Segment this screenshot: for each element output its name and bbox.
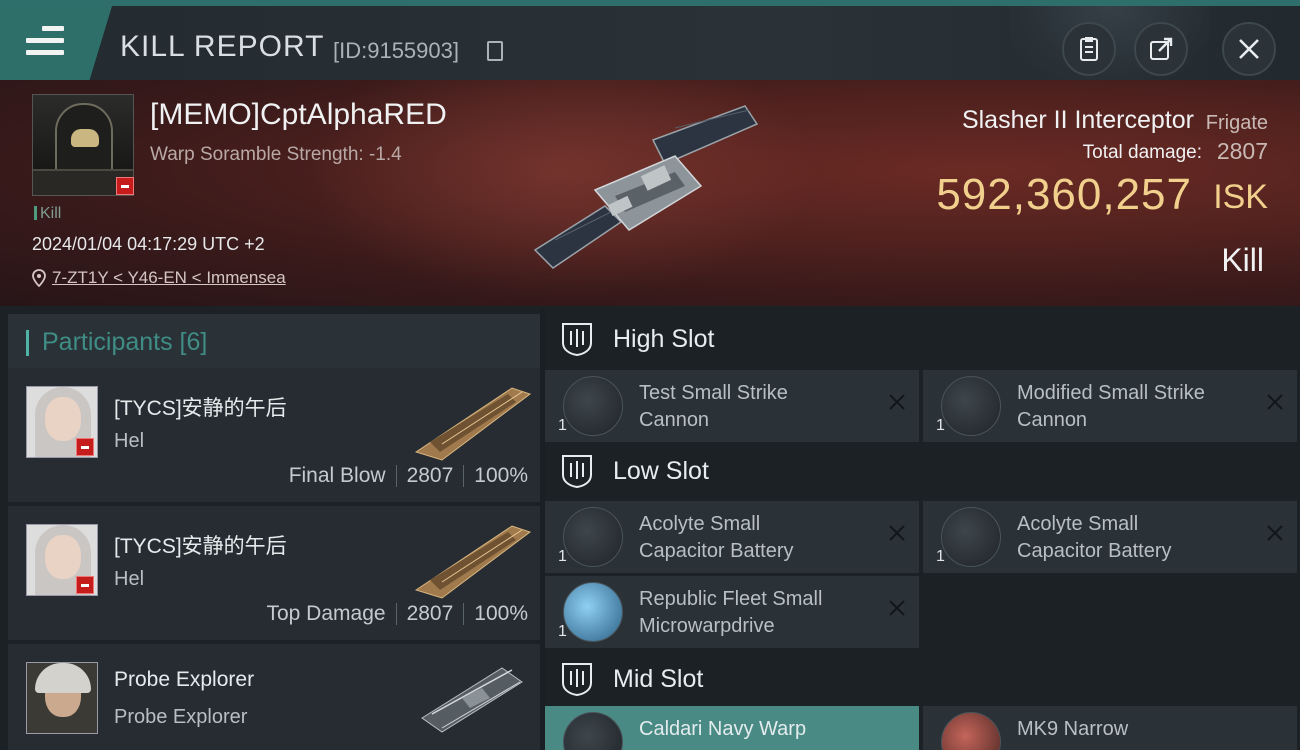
share-button[interactable] — [1134, 22, 1188, 76]
kill-datetime: 2024/01/04 04:17:29 UTC +2 — [32, 234, 265, 254]
participant-name: [TYCS]安静的午后 — [114, 397, 287, 420]
participant-percent: 100% — [474, 602, 528, 625]
victim-banner: [MEMO]CptAlphaRED Warp Soramble Strength… — [0, 80, 1300, 306]
remove-x-icon[interactable] — [1265, 392, 1285, 412]
high-slot-header: High Slot — [545, 308, 1300, 370]
slot-shield-icon — [562, 455, 592, 489]
warp-strength: Warp Soramble Strength: -1.4 — [150, 144, 402, 165]
fittings-panel: High Slot 1 Test Small Strike Cannon 1 M… — [545, 306, 1300, 750]
clipboard-icon — [1080, 37, 1098, 61]
location-pin-icon — [32, 269, 46, 287]
participant-role: Top Damage — [266, 602, 386, 625]
module-card[interactable]: 1 Republic Fleet Small Microwarpdrive — [545, 576, 919, 648]
participant-percent: 100% — [474, 464, 528, 487]
microwarpdrive-icon — [563, 582, 623, 642]
hamburger-icon[interactable] — [26, 26, 64, 56]
victim-ship-name[interactable]: Slasher II Interceptor — [962, 106, 1194, 135]
share-icon — [1150, 37, 1173, 60]
menu-button[interactable] — [0, 6, 112, 80]
participants-panel: Participants [6] [TYCS]安静的午后 Hel Final B… — [0, 306, 540, 750]
isk-unit: ISK — [1213, 178, 1268, 216]
participant-row[interactable]: [TYCS]安静的午后 Hel Final Blow 2807 100% — [8, 368, 540, 502]
participant-corp: Hel — [114, 430, 145, 452]
report-id: [ID:9155903] — [333, 38, 459, 63]
slot-shield-icon — [562, 323, 592, 357]
mid-slot-header: Mid Slot — [545, 648, 1300, 710]
module-qty: 1 — [558, 548, 567, 565]
module-name: Acolyte Small Capacitor Battery — [1017, 513, 1172, 562]
participant-role: Final Blow — [288, 464, 386, 487]
hostile-badge-icon — [76, 576, 94, 594]
participant-damage: 2807 — [406, 602, 454, 625]
victim-ship-class: Frigate — [1205, 112, 1268, 134]
kill-tag: Kill — [34, 205, 61, 223]
cannon-module-icon — [941, 376, 1001, 436]
module-qty: 1 — [558, 623, 567, 640]
module-card[interactable]: 1 Test Small Strike Cannon — [545, 370, 919, 442]
module-name: Acolyte Small Capacitor Battery — [639, 513, 794, 562]
top-bar: KILL REPORT [ID:9155903] — [0, 0, 1300, 86]
module-qty: 1 — [558, 417, 567, 434]
participant-corp: Probe Explorer — [114, 706, 248, 728]
participant-corp: Hel — [114, 568, 145, 590]
participant-ship-image — [414, 387, 532, 461]
participant-row[interactable]: [TYCS]安静的午后 Hel Top Damage 2807 100% — [8, 506, 540, 640]
low-slot-title: Low Slot — [613, 456, 709, 485]
hostile-badge-icon — [76, 438, 94, 456]
header-accent-bar — [26, 330, 29, 356]
participants-title: Participants [6] — [42, 328, 208, 356]
participant-damage: 2807 — [406, 464, 454, 487]
participant-avatar[interactable] — [26, 662, 98, 734]
module-name: Test Small Strike Cannon — [639, 382, 788, 431]
total-damage-value: 2807 — [1216, 138, 1268, 164]
module-card[interactable]: MK9 Narrow — [923, 706, 1297, 750]
module-name: Republic Fleet Small Microwarpdrive — [639, 588, 823, 637]
remove-x-icon[interactable] — [1265, 523, 1285, 543]
participant-stats: Final Blow 2807 100% — [289, 464, 528, 488]
remove-x-icon[interactable] — [887, 598, 907, 618]
warp-module-icon — [563, 712, 623, 750]
participant-row[interactable]: Probe Explorer Probe Explorer — [8, 644, 540, 750]
copy-icon[interactable] — [487, 41, 503, 61]
total-damage-label: Total damage: — [1082, 142, 1202, 163]
victim-name[interactable]: [MEMO]CptAlphaRED — [150, 98, 447, 132]
hostile-badge-icon — [116, 177, 134, 195]
page-title: KILL REPORT — [120, 30, 325, 63]
isk-value: 592,360,257 — [936, 170, 1192, 219]
module-name: Modified Small Strike Cannon — [1017, 382, 1205, 431]
victim-ship-image — [533, 105, 759, 269]
kill-location[interactable]: 7-ZT1Y < Y46-EN < Immensea — [32, 268, 286, 288]
module-qty: 1 — [936, 417, 945, 434]
location-link[interactable]: 7-ZT1Y < Y46-EN < Immensea — [52, 268, 286, 288]
module-name: Caldari Navy Warp — [639, 718, 807, 740]
close-icon — [1239, 39, 1259, 59]
capacitor-battery-icon — [941, 507, 1001, 567]
close-button[interactable] — [1222, 22, 1276, 76]
clipboard-button[interactable] — [1062, 22, 1116, 76]
cannon-module-icon — [563, 376, 623, 436]
slot-shield-icon — [562, 663, 592, 697]
participant-name: [TYCS]安静的午后 — [114, 535, 287, 558]
participant-name: Probe Explorer — [114, 668, 255, 691]
participant-ship-image — [421, 667, 523, 733]
module-qty: 1 — [936, 548, 945, 565]
participant-ship-image — [414, 525, 532, 599]
module-card[interactable]: 1 Modified Small Strike Cannon — [923, 370, 1297, 442]
participant-stats: Top Damage 2807 100% — [266, 602, 528, 626]
remove-x-icon[interactable] — [887, 392, 907, 412]
module-card[interactable]: Caldari Navy Warp — [545, 706, 919, 750]
kill-result-label: Kill — [1221, 242, 1264, 278]
high-slot-title: High Slot — [613, 324, 715, 353]
participants-header[interactable]: Participants [6] — [8, 314, 540, 370]
mk9-module-icon — [941, 712, 1001, 750]
remove-x-icon[interactable] — [887, 523, 907, 543]
low-slot-header: Low Slot — [545, 440, 1300, 502]
module-name: MK9 Narrow — [1017, 718, 1129, 740]
module-card[interactable]: 1 Acolyte Small Capacitor Battery — [923, 501, 1297, 573]
module-card[interactable]: 1 Acolyte Small Capacitor Battery — [545, 501, 919, 573]
mid-slot-title: Mid Slot — [613, 664, 704, 693]
capacitor-battery-icon — [563, 507, 623, 567]
